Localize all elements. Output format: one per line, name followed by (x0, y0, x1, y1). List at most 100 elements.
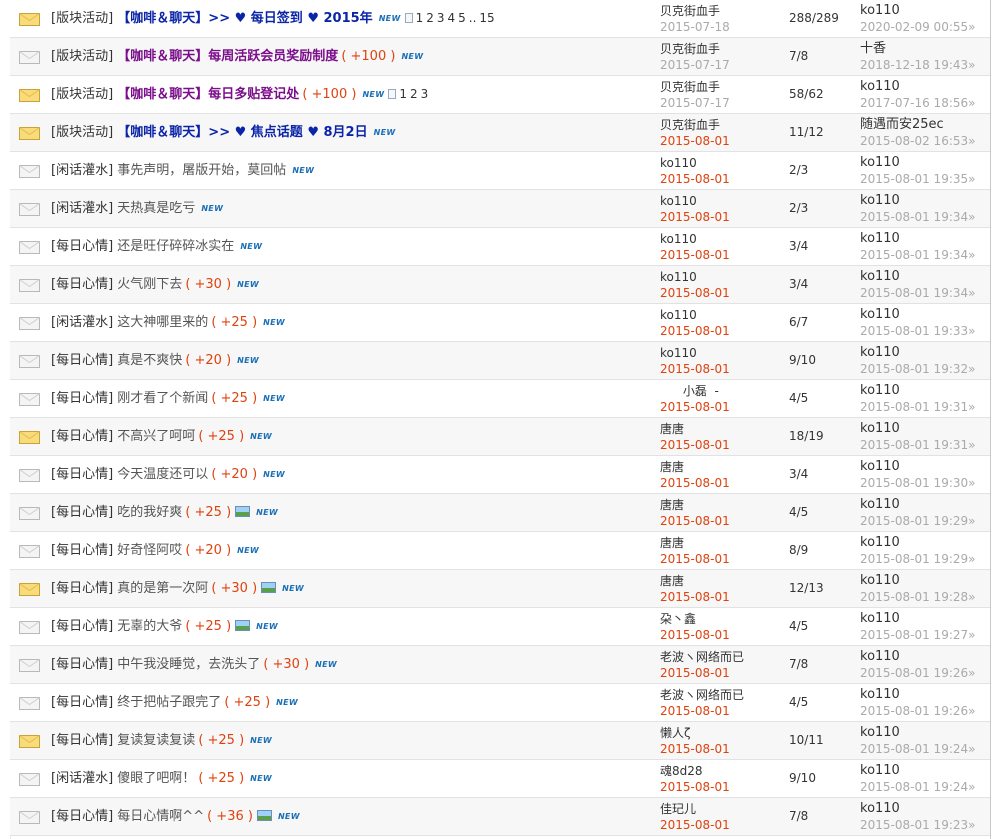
thread-category-link[interactable]: [版块活动] (51, 49, 113, 64)
last-poster-link[interactable]: ko110 (860, 421, 975, 437)
author-name-link[interactable]: 朶丶鑫 (660, 611, 730, 627)
page-link[interactable]: 15 (479, 11, 494, 25)
thread-subject-link[interactable]: 【咖啡＆聊天】>> ♥ 每日签到 ♥ 2015年 (117, 11, 372, 26)
thread-row[interactable]: [每日心情] 今天温度还可以( +20 ) NEW 唐唐 2015-08-01 3/4 k… (10, 456, 990, 494)
last-poster-link[interactable]: ko110 (860, 649, 975, 665)
author-name-link[interactable]: 魂8d28 (660, 763, 730, 779)
thread-row[interactable]: [每日心情] 真的是第一次阿( +30 ) NEW 唐唐 2015-08-01 12/1… (10, 570, 990, 608)
thread-subject-link[interactable]: 【咖啡＆聊天】每周活跃会员奖励制度 (117, 49, 338, 64)
thread-row[interactable]: [每日心情] 好奇怪阿哎( +20 ) NEW 唐唐 2015-08-01 8/9 ko1… (10, 532, 990, 570)
author-name-link[interactable]: 唐唐 (660, 573, 730, 589)
last-post-time-link[interactable]: 2015-08-01 19:34» (860, 209, 975, 225)
thread-subject-link[interactable]: 【咖啡＆聊天】每日多贴登记处 (117, 87, 299, 102)
thread-category-link[interactable]: [每日心情] (51, 505, 113, 520)
last-poster-link[interactable]: ko110 (860, 193, 975, 209)
last-poster-link[interactable]: 随遇而安25ec (860, 117, 975, 133)
page-link[interactable]: 4 (448, 11, 456, 25)
last-post-time-link[interactable]: 2015-08-01 19:30» (860, 475, 975, 491)
last-poster-link[interactable]: ko110 (860, 801, 975, 817)
thread-category-link[interactable]: [每日心情] (51, 581, 113, 596)
thread-subject-link[interactable]: 真是不爽快 (117, 353, 182, 368)
author-name-link[interactable]: ko110 (660, 231, 730, 247)
page-link[interactable]: 3 (421, 87, 429, 101)
author-name-link[interactable]: ko110 (660, 155, 730, 171)
author-name-link[interactable]: 小磊 - (660, 383, 730, 399)
thread-row[interactable]: [每日心情] 刚才看了个新闻( +25 ) NEW 小磊 -2015-08-01 4… (10, 380, 990, 418)
last-poster-link[interactable]: ko110 (860, 155, 975, 171)
thread-category-link[interactable]: [闲话灌水] (51, 201, 113, 216)
author-name-link[interactable]: 唐唐 (660, 497, 730, 513)
thread-row[interactable]: [版块活动] 【咖啡＆聊天】>> ♥ 每日签到 ♥ 2015年 NEW 1 2 3 4 5.… (10, 0, 990, 38)
thread-subject-link[interactable]: 每日心情啊^^ (117, 809, 204, 824)
last-post-time-link[interactable]: 2015-08-01 19:24» (860, 779, 975, 795)
last-post-time-link[interactable]: 2015-08-01 19:31» (860, 399, 975, 415)
thread-category-link[interactable]: [每日心情] (51, 239, 113, 254)
thread-row[interactable]: [版块活动] 【咖啡＆聊天】每周活跃会员奖励制度( +100 ) NEW 贝克街血手… (10, 38, 990, 76)
thread-category-link[interactable]: [版块活动] (51, 125, 113, 140)
last-post-time-link[interactable]: 2015-08-01 19:28» (860, 589, 975, 605)
thread-subject-link[interactable]: 不高兴了呵呵 (117, 429, 195, 444)
page-link[interactable]: 1 (416, 11, 424, 25)
last-post-time-link[interactable]: 2015-08-01 19:26» (860, 665, 975, 681)
thread-subject-link[interactable]: 好奇怪阿哎 (117, 543, 182, 558)
thread-row[interactable]: [版块活动] 【咖啡＆聊天】每日多贴登记处( +100 ) NEW 1 2 3 贝克街血手… (10, 76, 990, 114)
last-post-time-link[interactable]: 2015-08-01 19:24» (860, 741, 975, 757)
last-poster-link[interactable]: ko110 (860, 497, 975, 513)
thread-subject-link[interactable]: 事先声明，屠版开始，莫回帖 (117, 163, 286, 178)
last-post-time-link[interactable]: 2017-07-16 18:56» (860, 95, 975, 111)
last-post-time-link[interactable]: 2015-08-01 19:35» (860, 171, 975, 187)
last-poster-link[interactable]: ko110 (860, 79, 975, 95)
thread-subject-link[interactable]: 火气刚下去 (117, 277, 182, 292)
last-poster-link[interactable]: ko110 (860, 269, 975, 285)
thread-subject-link[interactable]: 中午我没睡觉，去洗头了 (117, 657, 260, 672)
thread-category-link[interactable]: [每日心情] (51, 695, 113, 710)
thread-row[interactable]: [每日心情] 火气刚下去( +30 ) NEW ko110 2015-08-01 3/4… (10, 266, 990, 304)
thread-category-link[interactable]: [每日心情] (51, 657, 113, 672)
last-poster-link[interactable]: ko110 (860, 307, 975, 323)
last-post-time-link[interactable]: 2015-08-01 19:33» (860, 323, 975, 339)
page-link[interactable]: 1 (399, 87, 407, 101)
thread-row[interactable]: [每日心情] 终于把帖子跟完了( +25 ) NEW 老波ヽ网络而已 2015-08-… (10, 684, 990, 722)
thread-subject-link[interactable]: 吃的我好爽 (117, 505, 182, 520)
last-post-time-link[interactable]: 2015-08-01 19:31» (860, 437, 975, 453)
thread-subject-link[interactable]: 天热真是吃亏 (117, 201, 195, 216)
thread-subject-link[interactable]: 真的是第一次阿 (117, 581, 208, 596)
thread-category-link[interactable]: [每日心情] (51, 391, 113, 406)
thread-subject-link[interactable]: 今天温度还可以 (117, 467, 208, 482)
thread-category-link[interactable]: [版块活动] (51, 87, 113, 102)
thread-category-link[interactable]: [每日心情] (51, 543, 113, 558)
thread-category-link[interactable]: [每日心情] (51, 467, 113, 482)
author-name-link[interactable]: 佳玘儿 (660, 801, 730, 817)
last-post-time-link[interactable]: 2015-08-01 19:23» (860, 817, 975, 833)
thread-row[interactable]: [闲话灌水] 傻眼了吧啊！( +25 ) NEW 魂8d28 2015-08-01 9/… (10, 760, 990, 798)
page-link[interactable]: .. (469, 11, 477, 25)
thread-category-link[interactable]: [每日心情] (51, 733, 113, 748)
last-poster-link[interactable]: ko110 (860, 687, 975, 703)
scrollbar-edge[interactable] (990, 0, 991, 839)
last-poster-link[interactable]: 十香 (860, 41, 975, 57)
author-name-link[interactable]: 贝克街血手 (660, 3, 730, 19)
author-name-link[interactable]: 唐唐 (660, 535, 730, 551)
last-post-time-link[interactable]: 2015-08-01 19:29» (860, 513, 975, 529)
thread-row[interactable]: [每日心情] 还是旺仔碎碎冰实在 NEW ko110 2015-08-01 3/4 ko1… (10, 228, 990, 266)
thread-category-link[interactable]: [闲话灌水] (51, 163, 113, 178)
thread-subject-link[interactable]: 复读复读复读 (117, 733, 195, 748)
thread-subject-link[interactable]: 【咖啡＆聊天】>> ♥ 焦点话题 ♥ 8月2日 (117, 125, 367, 140)
thread-subject-link[interactable]: 还是旺仔碎碎冰实在 (117, 239, 234, 254)
author-name-link[interactable]: 贝克街血手 (660, 79, 730, 95)
last-post-time-link[interactable]: 2015-08-02 16:53» (860, 133, 975, 149)
last-post-time-link[interactable]: 2020-02-09 00:55» (860, 19, 975, 35)
thread-category-link[interactable]: [每日心情] (51, 619, 113, 634)
thread-subject-link[interactable]: 傻眼了吧啊！ (117, 771, 195, 786)
thread-row[interactable]: [每日心情] 中午我没睡觉，去洗头了( +30 ) NEW 老波ヽ网络而已 2015-… (10, 646, 990, 684)
last-poster-link[interactable]: ko110 (860, 345, 975, 361)
thread-row[interactable]: [闲话灌水] 天热真是吃亏 NEW ko110 2015-08-01 2/3 ko110 2… (10, 190, 990, 228)
last-post-time-link[interactable]: 2015-08-01 19:27» (860, 627, 975, 643)
thread-row[interactable]: [每日心情] 复读复读复读( +25 ) NEW 懒人ζ 2015-08-01 10/1… (10, 722, 990, 760)
thread-row[interactable]: [每日心情] 不高兴了呵呵( +25 ) NEW 唐唐 2015-08-01 18/19… (10, 418, 990, 456)
thread-subject-link[interactable]: 终于把帖子跟完了 (117, 695, 221, 710)
last-post-time-link[interactable]: 2015-08-01 19:34» (860, 285, 975, 301)
last-poster-link[interactable]: ko110 (860, 3, 975, 19)
last-poster-link[interactable]: ko110 (860, 535, 975, 551)
author-name-link[interactable]: 懒人ζ (660, 725, 730, 741)
